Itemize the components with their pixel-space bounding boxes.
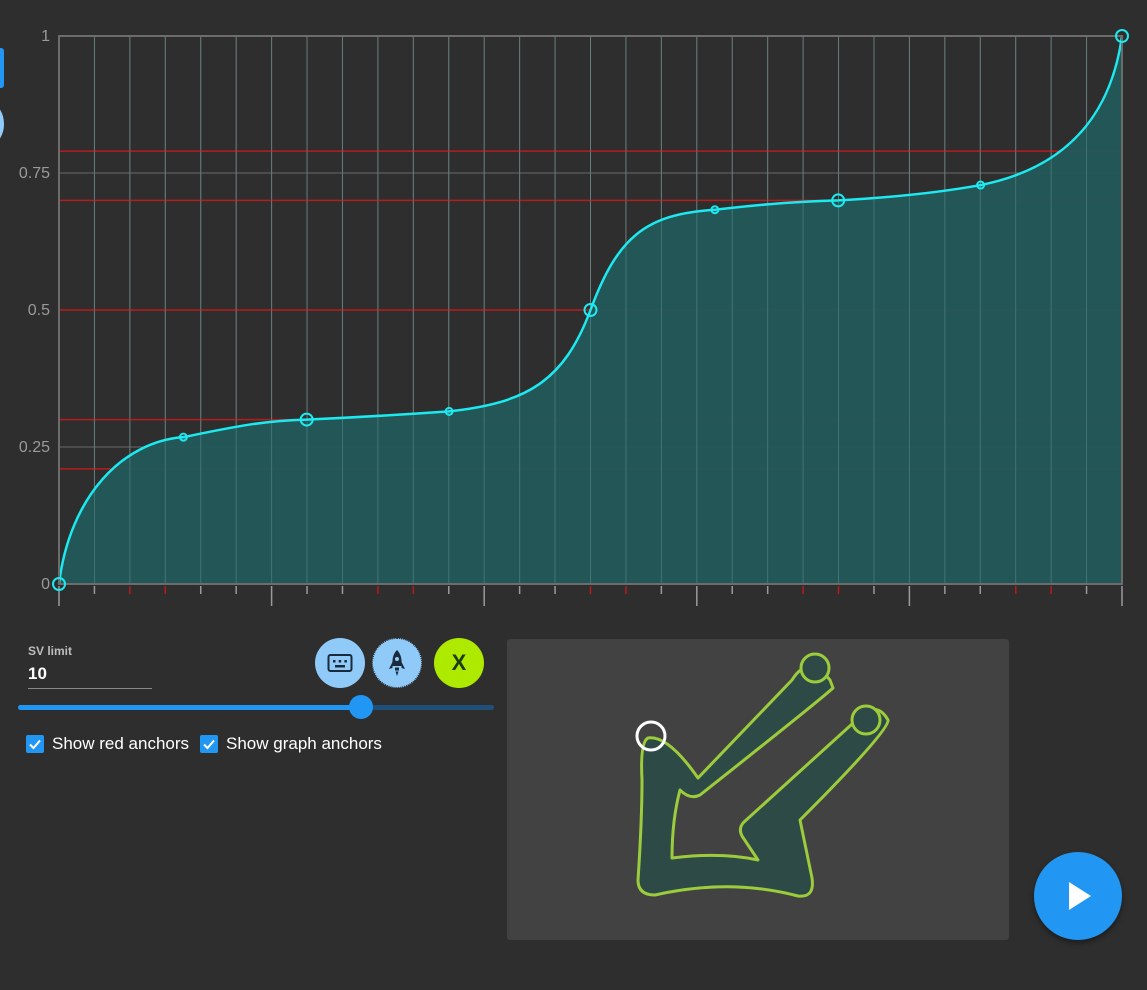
slider-preview <box>635 652 890 898</box>
checkbox-checked-icon[interactable] <box>26 735 44 753</box>
sv-slider-thumb[interactable] <box>348 695 373 719</box>
sv-limit-input[interactable] <box>28 660 152 689</box>
slider-tail-circle-2 <box>850 704 882 736</box>
y-label-025: 0.25 <box>18 439 50 456</box>
show-graph-anchors-checkbox[interactable]: Show graph anchors <box>200 734 382 754</box>
graph-x-ticks <box>58 586 1123 606</box>
keyboard-button[interactable] <box>315 638 365 688</box>
slider-tail-circle <box>799 652 831 684</box>
sv-slider[interactable] <box>18 695 494 719</box>
y-label-0: 0 <box>41 576 50 593</box>
y-label-05: 0.5 <box>27 302 50 319</box>
rocket-icon <box>389 650 405 676</box>
sv-slider-fill <box>18 705 361 710</box>
checkbox-checked-icon[interactable] <box>200 735 218 753</box>
show-graph-anchors-label: Show graph anchors <box>226 734 382 753</box>
close-x-button[interactable]: X <box>434 638 484 688</box>
slider-body <box>636 665 890 898</box>
y-label-075: 0.75 <box>18 165 50 182</box>
velocity-graph[interactable] <box>0 0 1147 610</box>
rocket-button[interactable] <box>372 638 422 688</box>
slider-preview-panel <box>507 639 1009 940</box>
sv-limit-label: SV limit <box>28 644 73 658</box>
y-label-1: 1 <box>41 28 50 45</box>
play-icon <box>1069 882 1091 910</box>
slider-shape <box>635 652 890 898</box>
play-button[interactable] <box>1034 852 1122 940</box>
show-red-anchors-label: Show red anchors <box>52 734 190 753</box>
show-red-anchors-checkbox[interactable]: Show red anchors <box>26 734 189 754</box>
keyboard-icon <box>327 654 353 672</box>
